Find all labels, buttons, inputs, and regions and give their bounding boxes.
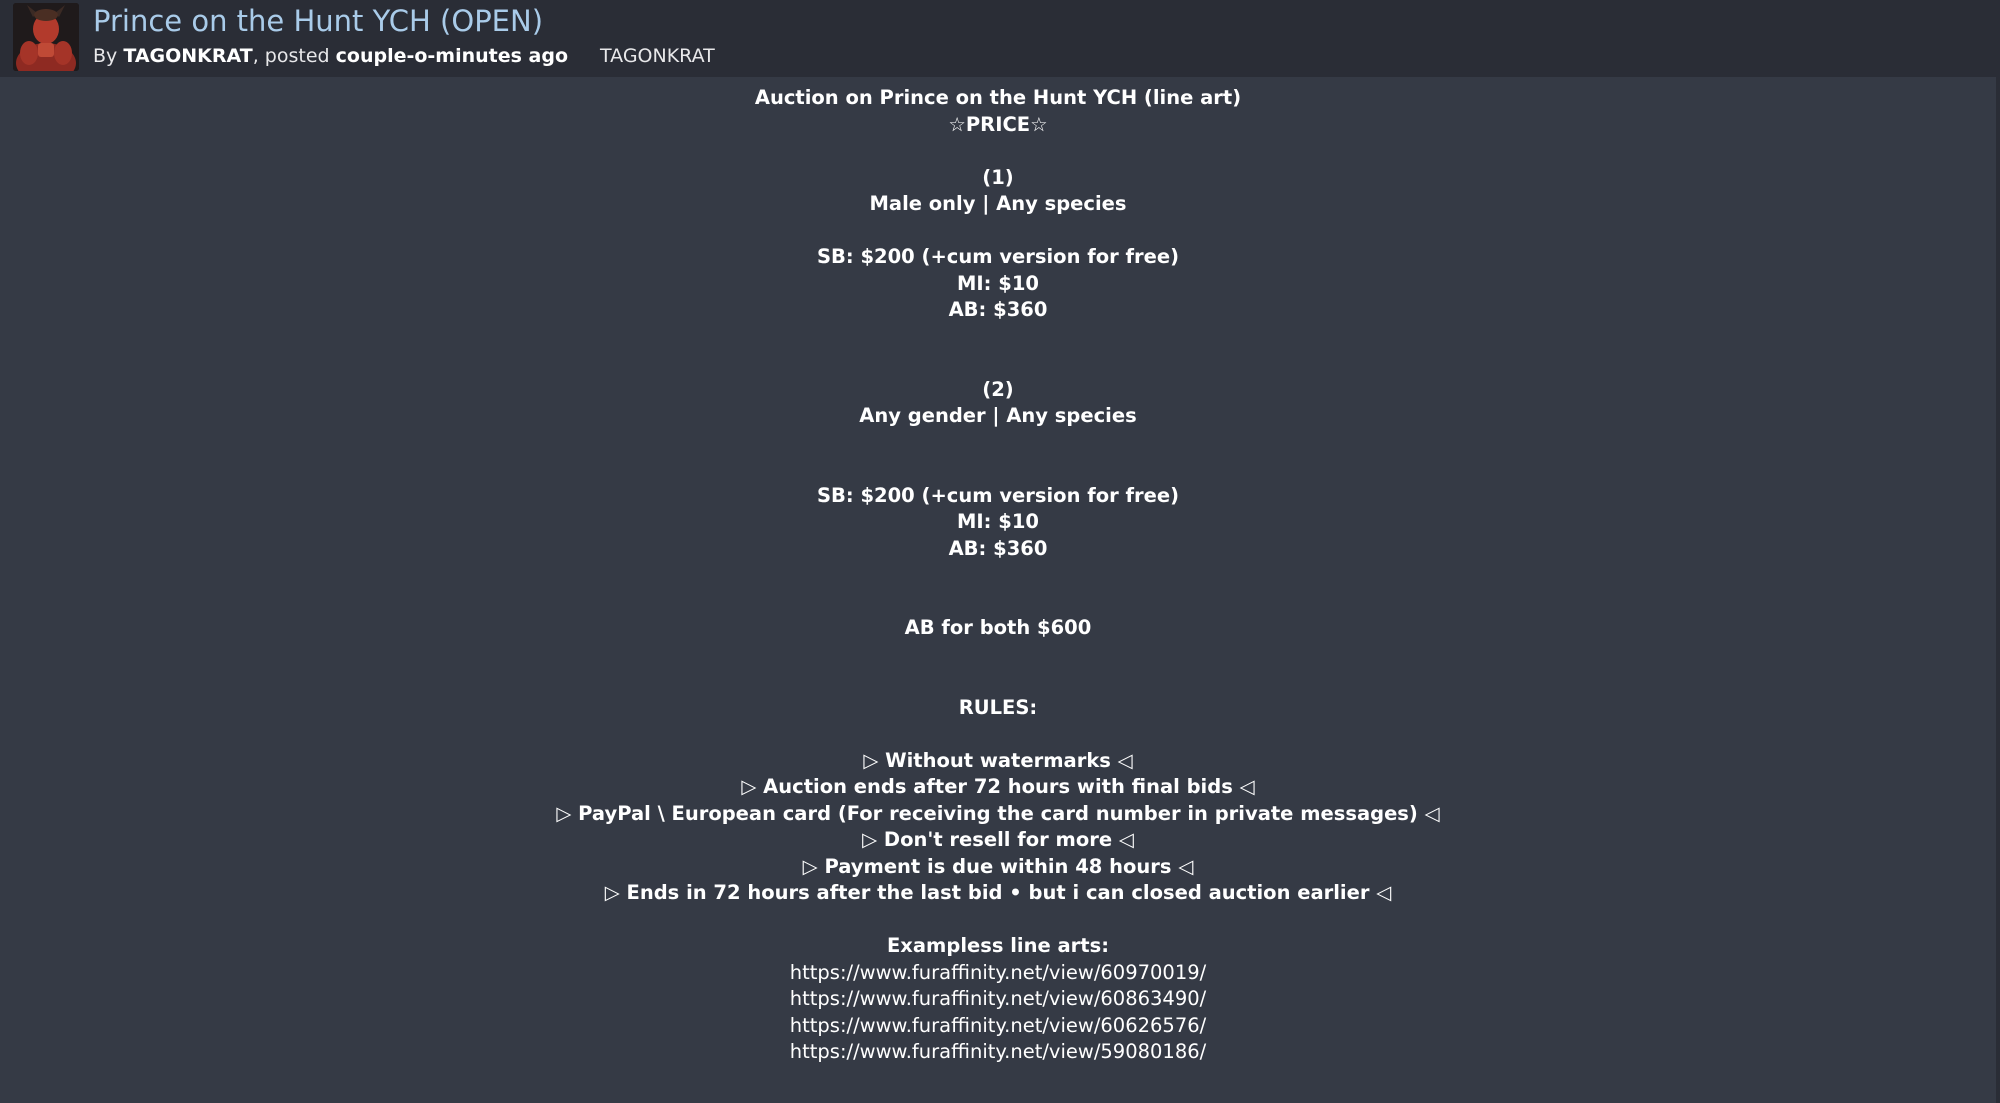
- submission-description: Auction on Prince on the Hunt YCH (line …: [0, 85, 1996, 1066]
- option2-mi: MI: $10: [957, 510, 1039, 533]
- scrollbar-edge: [1996, 0, 2000, 1103]
- option1-mi: MI: $10: [957, 271, 1039, 295]
- author-link[interactable]: TAGONKRAT: [123, 45, 252, 67]
- description-heading: Auction on Prince on the Hunt YCH (line …: [754, 86, 1242, 109]
- option1-ab: AB: $360: [948, 298, 1048, 321]
- option2-ab: AB: $360: [948, 536, 1048, 560]
- rule-item: ▷ Ends in 72 hours after the last bid • …: [604, 881, 1392, 904]
- example-link[interactable]: https://www.furaffinity.net/view/6086349…: [790, 987, 1206, 1010]
- example-link[interactable]: https://www.furaffinity.net/view/6097001…: [790, 961, 1206, 984]
- option2-restriction: Any gender | Any species: [859, 404, 1137, 427]
- posted-time: couple-o-minutes ago: [335, 45, 569, 67]
- rule-item: ▷ Payment is due within 48 hours ◁: [802, 854, 1194, 878]
- avatar-image: [13, 3, 79, 71]
- page-title[interactable]: Prince on the Hunt YCH (OPEN): [93, 0, 543, 42]
- rule-item: ▷ Auction ends after 72 hours with final…: [741, 775, 1255, 798]
- ab-both: AB for both $600: [904, 616, 1092, 639]
- option1-restriction: Male only | Any species: [869, 192, 1127, 215]
- option1-label: (1): [982, 165, 1014, 189]
- option1-sb: SB: $200 (+cum version for free): [816, 245, 1180, 268]
- posted-text: , posted: [252, 45, 336, 67]
- option2-label: (2): [982, 377, 1014, 401]
- example-link[interactable]: https://www.furaffinity.net/view/6062657…: [790, 1014, 1206, 1037]
- tag-link[interactable]: TAGONKRAT: [600, 45, 715, 67]
- rule-item: ▷ Don't resell for more ◁: [862, 828, 1134, 851]
- examples-heading: Exampless line arts:: [886, 934, 1109, 957]
- avatar[interactable]: [13, 3, 79, 71]
- rule-item: ▷ Without watermarks ◁: [863, 748, 1133, 772]
- byline: By TAGONKRAT, posted couple-o-minutes ag…: [93, 41, 715, 71]
- price-heading: ☆PRICE☆: [948, 112, 1048, 136]
- rules-heading: RULES:: [958, 695, 1038, 719]
- rule-item: ▷ PayPal \ European card (For receiving …: [556, 801, 1440, 825]
- submission-header: Prince on the Hunt YCH (OPEN) By TAGONKR…: [0, 0, 2000, 77]
- by-prefix: By: [93, 45, 124, 67]
- example-link[interactable]: https://www.furaffinity.net/view/5908018…: [790, 1040, 1206, 1063]
- option2-sb: SB: $200 (+cum version for free): [816, 483, 1180, 507]
